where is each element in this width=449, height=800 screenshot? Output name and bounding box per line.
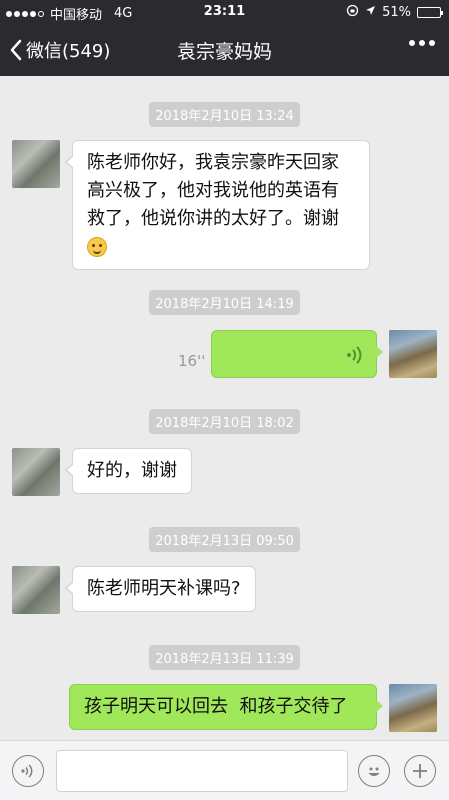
- smile-emoji-icon: [87, 237, 107, 257]
- message-text: 陈老师你好，我袁宗豪昨天回家高兴极了，他对我说他的英语有救了，他说你讲的太好了。…: [87, 152, 339, 229]
- voice-duration: 16'': [178, 352, 206, 370]
- my-avatar[interactable]: [389, 684, 437, 732]
- timestamp: 2018年2月13日 11:39: [0, 645, 449, 670]
- message-bubble-incoming[interactable]: 陈老师你好，我袁宗豪昨天回家高兴极了，他对我说他的英语有救了，他说你讲的太好了。…: [65, 140, 370, 270]
- message-input[interactable]: [56, 750, 348, 792]
- contact-avatar[interactable]: [12, 140, 60, 188]
- input-bar: [0, 740, 449, 800]
- timestamp: 2018年2月10日 14:19: [0, 290, 449, 315]
- emoji-face-icon: [368, 767, 380, 776]
- timestamp: 2018年2月13日 09:50: [0, 527, 449, 552]
- emoji-button[interactable]: [358, 755, 390, 787]
- message-bubble-outgoing[interactable]: 孩子明天可以回去 和孩子交待了: [69, 684, 383, 730]
- message-text: 陈老师明天补课吗?: [87, 578, 241, 599]
- contact-avatar[interactable]: [12, 448, 60, 496]
- voice-wave-icon: [347, 346, 362, 364]
- battery-percent: 51%: [382, 5, 411, 20]
- voice-input-button[interactable]: [12, 755, 44, 787]
- plus-icon: [413, 764, 427, 778]
- status-bar: 中国移动 4G 23:11 51%: [0, 0, 449, 24]
- voice-message-bubble[interactable]: [211, 330, 383, 378]
- chat-area[interactable]: 2018年2月10日 13:24 陈老师你好，我袁宗豪昨天回家高兴极了，他对我说…: [0, 76, 449, 740]
- my-avatar[interactable]: [389, 330, 437, 378]
- battery-icon: [417, 7, 443, 18]
- location-arrow-icon: [365, 5, 376, 20]
- more-functions-button[interactable]: [404, 755, 436, 787]
- contact-avatar[interactable]: [12, 566, 60, 614]
- message-bubble-incoming[interactable]: 好的，谢谢: [65, 448, 192, 494]
- voice-input-icon: [21, 764, 33, 778]
- message-text: 好的，谢谢: [87, 460, 177, 481]
- message-text: 孩子明天可以回去 和孩子交待了: [84, 696, 348, 717]
- rotation-lock-icon: [346, 4, 359, 21]
- timestamp: 2018年2月10日 13:24: [0, 102, 449, 127]
- timestamp: 2018年2月10日 18:02: [0, 409, 449, 434]
- more-options-icon[interactable]: [409, 40, 435, 46]
- chat-title: 袁宗豪妈妈: [176, 41, 272, 63]
- message-bubble-incoming[interactable]: 陈老师明天补课吗?: [65, 566, 256, 612]
- chat-header: 微信(549) 袁宗豪妈妈: [0, 24, 449, 76]
